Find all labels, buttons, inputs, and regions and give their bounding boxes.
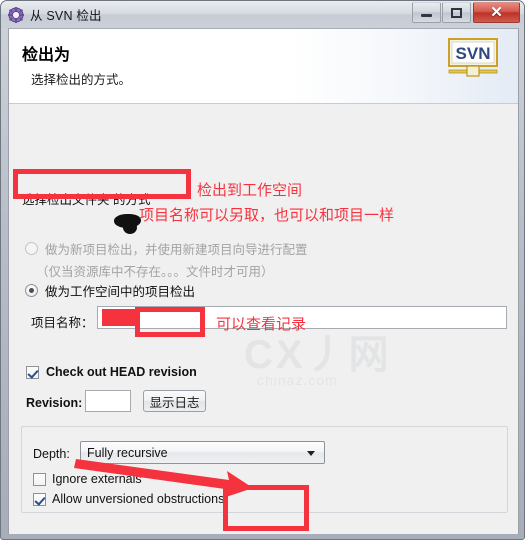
wizard-header: 检出为 选择检出的方式。 SVN bbox=[9, 29, 518, 104]
minimize-icon bbox=[421, 14, 432, 17]
watermark-subtext: chinaz.com bbox=[257, 372, 338, 388]
checkout-mode-label: 选择检出文件夹 的方式 bbox=[22, 193, 151, 207]
depth-group-box: Depth: Fully recursive Ignore externals … bbox=[21, 426, 508, 513]
radio-new-project-button[interactable] bbox=[25, 242, 38, 255]
chevron-down-icon bbox=[307, 451, 315, 456]
dialog-client: 检出为 选择检出的方式。 SVN CX丿网 chinaz.com 选择检出文件夹… bbox=[8, 28, 519, 534]
page-title: 检出为 bbox=[22, 47, 71, 64]
depth-label: Depth: bbox=[33, 447, 70, 461]
allow-unversioned-label: Allow unversioned obstructions bbox=[52, 492, 225, 506]
close-button[interactable]: ✕ bbox=[473, 2, 520, 23]
allow-unversioned-row[interactable]: Allow unversioned obstructions bbox=[33, 492, 224, 506]
dialog-window: 从 SVN 检出 ✕ 检出为 选择检出的方式。 SVN CX丿网 chinaz.… bbox=[0, 0, 525, 540]
maximize-icon bbox=[451, 7, 462, 18]
revision-input[interactable] bbox=[85, 390, 131, 412]
revision-label: Revision: bbox=[26, 396, 83, 410]
window-title: 从 SVN 检出 bbox=[30, 9, 102, 23]
close-icon: ✕ bbox=[490, 4, 503, 21]
check-head-revision-row[interactable]: Check out HEAD revision bbox=[26, 365, 197, 379]
window-controls: ✕ bbox=[411, 2, 520, 23]
depth-select[interactable]: Fully recursive bbox=[80, 441, 325, 464]
radio-workspace-project-label: 做为工作空间中的项目检出 bbox=[45, 285, 196, 299]
maximize-button[interactable] bbox=[442, 2, 471, 23]
radio-workspace-project-row[interactable]: 做为工作空间中的项目检出 bbox=[25, 281, 195, 300]
ignore-externals-checkbox[interactable] bbox=[33, 472, 46, 486]
radio-new-project-hint: （仅当资源库中不存在。。。文件时才可用） bbox=[36, 265, 274, 279]
redaction-mark-project-name bbox=[102, 309, 136, 326]
svn-logo-icon: SVN bbox=[446, 37, 500, 83]
depth-selected-value: Fully recursive bbox=[87, 445, 168, 460]
ignore-externals-label: Ignore externals bbox=[52, 472, 142, 486]
svn-gear-icon bbox=[8, 6, 24, 23]
page-subtitle: 选择检出的方式。 bbox=[31, 73, 132, 87]
svg-text:SVN: SVN bbox=[456, 44, 491, 63]
check-head-revision-checkbox[interactable] bbox=[26, 365, 39, 379]
annotation-text-workspace: 检出到工作空间 bbox=[197, 181, 303, 199]
ignore-externals-row[interactable]: Ignore externals bbox=[33, 472, 142, 486]
radio-new-project-label: 做为新项目检出，并使用新建项目向导进行配置 bbox=[45, 243, 308, 257]
annotation-text-show-log: 可以查看记录 bbox=[216, 315, 307, 333]
check-head-revision-label: Check out HEAD revision bbox=[46, 365, 197, 379]
redaction-mark-folder-tail bbox=[123, 221, 137, 234]
radio-workspace-project-button[interactable] bbox=[25, 284, 38, 297]
annotation-text-project-name: 项目名称可以另取，也可以和项目一样 bbox=[139, 206, 395, 224]
show-log-button[interactable]: 显示日志 bbox=[143, 390, 206, 412]
project-name-label: 项目名称： bbox=[31, 316, 94, 330]
minimize-button[interactable] bbox=[412, 2, 441, 23]
title-bar: 从 SVN 检出 ✕ bbox=[1, 1, 524, 28]
allow-unversioned-checkbox[interactable] bbox=[33, 492, 46, 506]
radio-new-project-row[interactable]: 做为新项目检出，并使用新建项目向导进行配置 bbox=[25, 239, 308, 258]
